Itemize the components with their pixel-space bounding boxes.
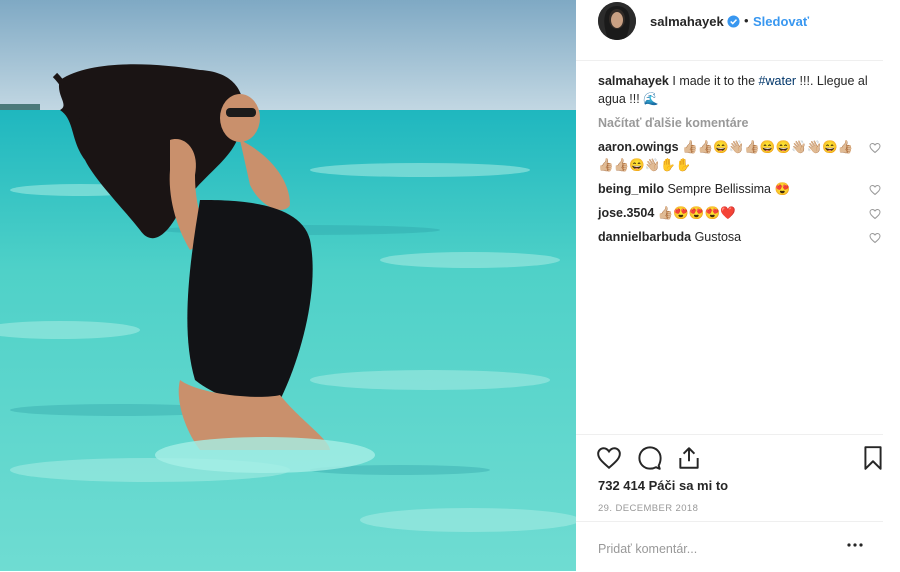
comments-section: salmahayek I made it to the #water !!!. … [598,72,883,252]
follow-button[interactable]: Sledovať [753,14,809,29]
hashtag-link[interactable]: #water [759,74,797,88]
share-icon[interactable] [676,445,702,471]
post-side-panel: salmahayek • Sledovať salmahayek I made … [576,0,900,571]
comment-username[interactable]: aaron.owings [598,140,679,154]
comment-text: 👍🏼😍😍😍❤️ [657,206,736,220]
comment-input[interactable] [598,538,838,560]
beach-photo-image [0,0,576,571]
add-comment-bar [576,521,883,572]
username-link[interactable]: salmahayek [650,14,724,29]
caption-text: I made it to the [672,74,759,88]
avatar-image [598,2,636,40]
heart-icon[interactable] [596,445,622,471]
comment-username[interactable]: jose.3504 [598,206,654,220]
more-options-icon[interactable] [847,542,863,548]
wave-emoji: 🌊 [643,92,659,106]
separator-dot: • [744,13,749,28]
comment-like-heart-icon[interactable] [869,208,881,220]
comment-item: dannielbarbuda Gustosa [598,228,883,246]
bookmark-icon[interactable] [860,445,886,471]
comment-like-heart-icon[interactable] [869,142,881,154]
post-photo[interactable] [0,0,576,571]
load-more-comments-link[interactable]: Načítať ďalšie komentáre [598,114,883,132]
comment-item: jose.3504 👍🏼😍😍😍❤️ [598,204,883,222]
comment-text: Sempre Bellissima 😍 [667,182,791,196]
comment-username[interactable]: dannielbarbuda [598,230,691,244]
likes-count[interactable]: 732 414 Páči sa mi to [598,478,728,493]
comment-bubble-icon[interactable] [637,445,663,471]
avatar[interactable] [598,2,636,40]
post-date: 29. DECEMBER 2018 [598,503,699,514]
comment-like-heart-icon[interactable] [869,184,881,196]
verified-badge-icon [727,15,740,28]
post-header: salmahayek • Sledovať [576,0,883,61]
post-actions-bar [576,434,883,480]
comment-item: aaron.owings 👍🏼👍🏼😄👋🏼👍🏼😄😄👋🏼👋🏼😄👍🏼👍🏼👍🏼😄👋🏼✋✋ [598,138,883,174]
comment-text: Gustosa [694,230,742,244]
post-caption: salmahayek I made it to the #water !!!. … [598,72,883,108]
caption-username[interactable]: salmahayek [598,74,669,88]
comment-like-heart-icon[interactable] [869,232,881,244]
comment-item: being_milo Sempre Bellissima 😍 [598,180,883,198]
comment-username[interactable]: being_milo [598,182,664,196]
